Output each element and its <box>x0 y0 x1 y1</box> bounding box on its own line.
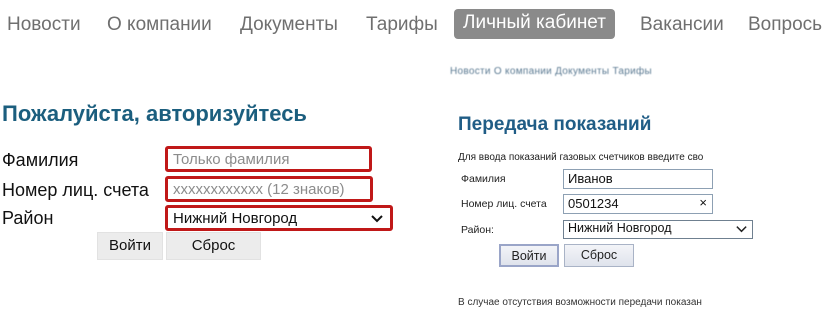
readings-surname-value: Иванов <box>568 171 613 186</box>
readings-reset-button[interactable]: Сброс <box>564 244 634 267</box>
readings-title: Передача показаний <box>458 114 652 135</box>
screenshot-nav: Новости О компании Документы Тарифы <box>450 66 653 77</box>
readings-account-label: Номер лиц. счета <box>461 198 547 210</box>
account-number-field[interactable]: xxxxxxxxxxxx (12 знаков) <box>165 176 373 202</box>
readings-form-screenshot: Новости О компании Документы Тарифы Пере… <box>444 66 823 311</box>
surname-placeholder: Только фамилия <box>173 151 290 168</box>
readings-district-select[interactable]: Нижний Новгород <box>563 220 753 239</box>
readings-intro: Для ввода показаний газовых счетчиков вв… <box>458 152 704 163</box>
readings-district-value: Нижний Новгород <box>568 221 672 235</box>
district-value: Нижний Новгород <box>173 210 298 227</box>
reset-button[interactable]: Сброс <box>166 232 261 260</box>
readings-account-field[interactable]: 0501234 × <box>563 194 713 214</box>
surname-field[interactable]: Только фамилия <box>165 146 372 172</box>
nav-item-news[interactable]: Новости <box>7 14 81 36</box>
readings-surname-label: Фамилия <box>461 173 506 185</box>
surname-label: Фамилия <box>2 150 79 170</box>
nav-item-questions[interactable]: Вопрось <box>748 14 822 36</box>
nav-item-tariffs[interactable]: Тарифы <box>366 14 438 36</box>
district-label: Район <box>2 208 54 228</box>
chevron-down-icon <box>735 222 748 238</box>
chevron-down-icon <box>370 211 384 228</box>
account-label: Номер лиц. счета <box>2 180 149 200</box>
login-button[interactable]: Войти <box>97 232 163 260</box>
nav-item-about[interactable]: О компании <box>107 14 212 36</box>
readings-account-value: 0501234 <box>568 196 619 211</box>
top-nav: Новости О компании Документы Тарифы Личн… <box>0 0 823 52</box>
readings-surname-field[interactable]: Иванов <box>563 169 713 189</box>
login-title: Пожалуйста, авторизуйтесь <box>2 101 307 126</box>
nav-item-documents[interactable]: Документы <box>240 14 338 36</box>
readings-footer-text: В случае отсутствия возможности передачи… <box>458 297 702 308</box>
nav-item-personal-account[interactable]: Личный кабинет <box>454 9 615 39</box>
clear-icon[interactable]: × <box>699 195 707 210</box>
account-placeholder: xxxxxxxxxxxx (12 знаков) <box>173 181 345 198</box>
nav-item-vacancies[interactable]: Вакансии <box>640 14 724 36</box>
readings-district-label: Район: <box>461 224 494 236</box>
readings-login-button[interactable]: Войти <box>499 244 559 267</box>
district-select[interactable]: Нижний Новгород <box>165 205 393 231</box>
